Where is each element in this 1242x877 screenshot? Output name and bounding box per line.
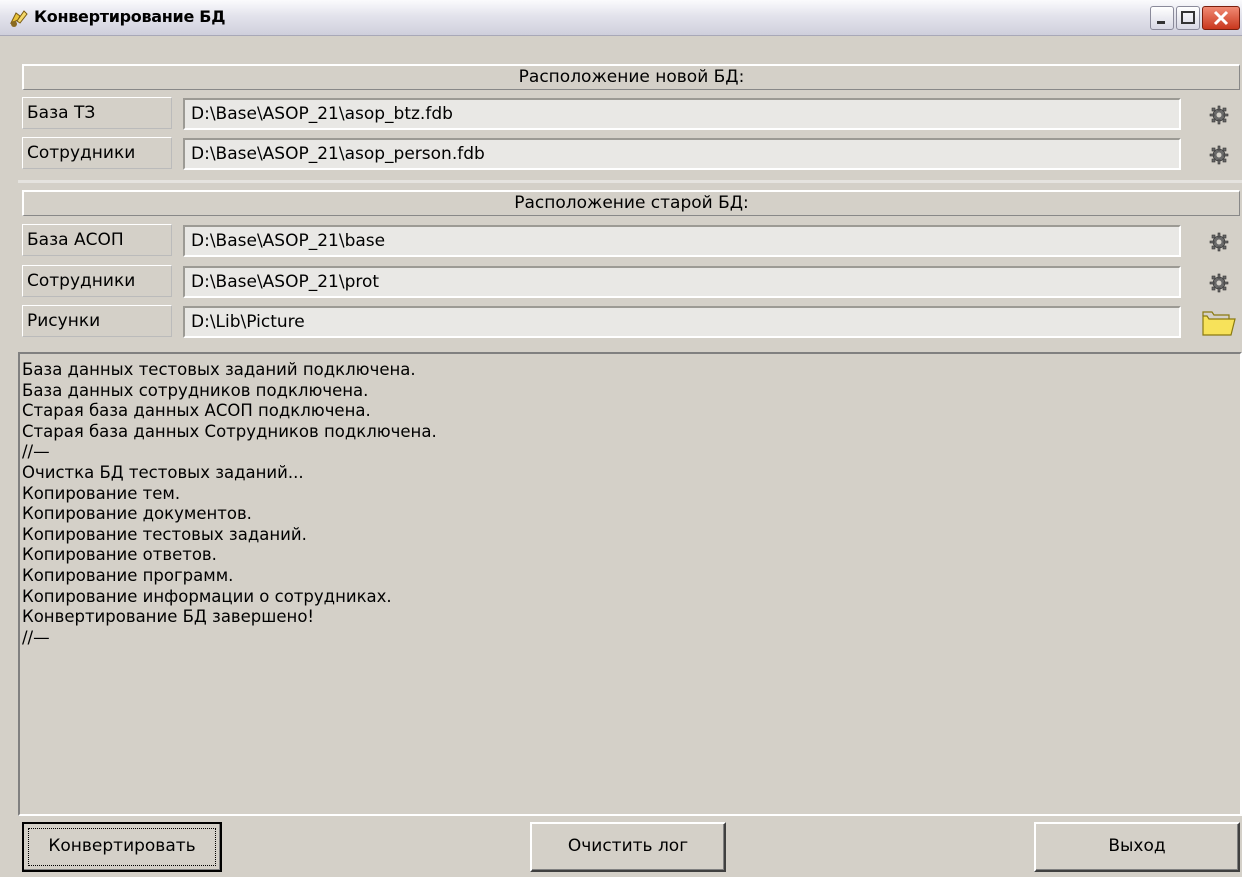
app-icon [9, 10, 28, 27]
old-db-staff-path-field[interactable]: D:\Base\ASOP_21\prot [183, 266, 1181, 298]
folder-icon [1202, 311, 1236, 336]
minimize-button[interactable] [1150, 6, 1174, 30]
log-line: //— [22, 627, 50, 647]
new-db-staff-path-field[interactable]: D:\Base\ASOP_21\asop_person.fdb [183, 138, 1181, 170]
new-db-staff-browse-button[interactable] [1198, 139, 1240, 171]
clear-log-button[interactable]: Очистить лог [530, 822, 726, 872]
log-line: Копирование информации о сотрудниках. [22, 586, 392, 606]
log-line: Копирование тестовых заданий. [22, 524, 307, 544]
old-db-asop-path-field[interactable]: D:\Base\ASOP_21\base [183, 225, 1181, 257]
new-db-tz-browse-button[interactable] [1198, 99, 1240, 131]
log-line: База данных тестовых заданий подключена. [22, 360, 416, 379]
new-db-tz-path-field[interactable]: D:\Base\ASOP_21\asop_btz.fdb [183, 98, 1181, 130]
old-db-staff-label: Сотрудники [22, 265, 172, 297]
old-db-pictures-browse-button[interactable] [1198, 307, 1240, 339]
old-db-pictures-label: Рисунки [22, 305, 172, 337]
gear-icon [1209, 145, 1229, 165]
maximize-icon [1181, 11, 1195, 24]
gear-icon [1209, 105, 1229, 125]
log-line: Копирование документов. [22, 504, 252, 524]
close-icon [1213, 10, 1229, 26]
exit-button[interactable]: Выход [1034, 822, 1240, 872]
maximize-button[interactable] [1176, 6, 1200, 30]
section-divider [18, 180, 1242, 183]
gear-icon [1209, 232, 1229, 252]
log-line: Копирование ответов. [22, 545, 217, 565]
log-line: База данных сотрудников подключена. [22, 380, 369, 400]
log-line: //— [22, 442, 50, 462]
new-db-tz-label: База ТЗ [22, 97, 172, 129]
log-line: Копирование тем. [22, 483, 181, 503]
old-db-asop-label: База АСОП [22, 224, 172, 256]
window-title: Конвертирование БД [34, 7, 226, 26]
window: Конвертирование БД Расположение новой БД… [0, 0, 1242, 877]
old-db-pictures-path-field[interactable]: D:\Lib\Picture [183, 306, 1181, 338]
log-line: Очистка БД тестовых заданий... [22, 462, 304, 482]
window-frame [0, 36, 18, 877]
log-line: Старая база данных Сотрудников подключен… [22, 421, 437, 441]
log-textarea[interactable]: База данных тестовых заданий подключена.… [18, 352, 1242, 816]
old-db-header: Расположение старой БД: [22, 190, 1240, 216]
old-db-staff-browse-button[interactable] [1198, 267, 1240, 299]
log-line: Копирование программ. [22, 565, 234, 585]
convert-button[interactable]: Конвертировать [22, 822, 222, 872]
old-db-asop-browse-button[interactable] [1198, 226, 1240, 258]
close-button[interactable] [1202, 6, 1240, 30]
log-line: Конвертирование БД завершено! [22, 607, 315, 627]
new-db-staff-label: Сотрудники [22, 137, 172, 169]
title-bar[interactable]: Конвертирование БД [0, 0, 1242, 36]
log-line: Старая база данных АСОП подключена. [22, 401, 371, 421]
new-db-header: Расположение новой БД: [22, 64, 1240, 90]
minimize-icon [1157, 21, 1165, 24]
gear-icon [1209, 273, 1229, 293]
